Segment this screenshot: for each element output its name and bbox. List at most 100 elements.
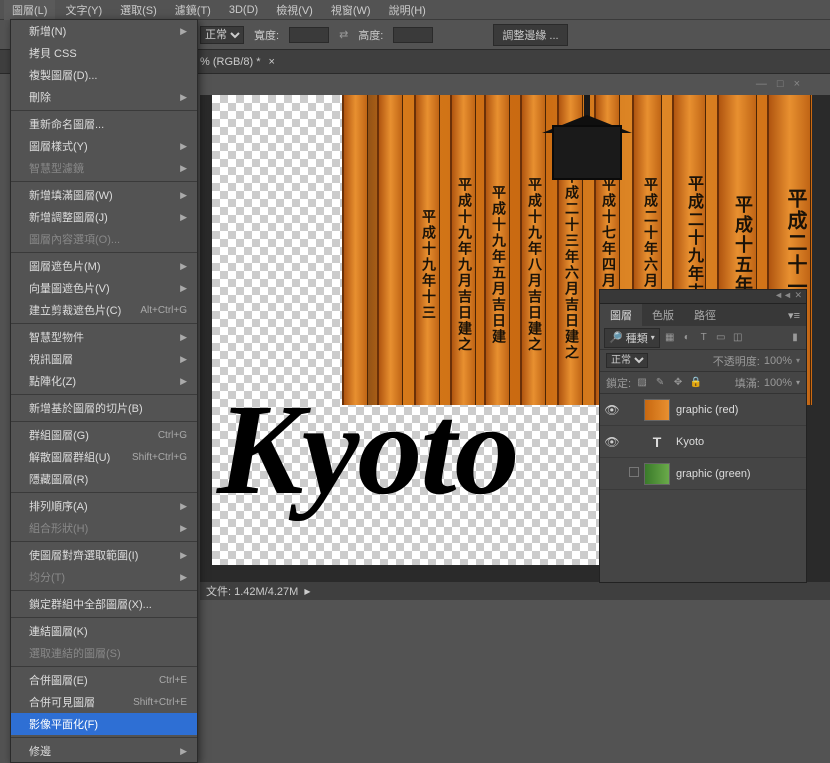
menu-item[interactable]: 群組圖層(G)Ctrl+G bbox=[11, 424, 197, 446]
filter-kind-select[interactable]: 🔎種類▾ bbox=[604, 328, 660, 348]
menu-item[interactable]: 刪除▶ bbox=[11, 86, 197, 108]
menu-view[interactable]: 檢視(V) bbox=[268, 0, 321, 20]
torii-slat: 平成十九年十三 bbox=[414, 95, 440, 405]
submenu-arrow-icon: ▶ bbox=[180, 332, 187, 343]
lock-row: 鎖定: ▨ ✎ ✥ 🔒 填滿: 100%▾ bbox=[600, 372, 806, 394]
submenu-arrow-icon: ▶ bbox=[180, 376, 187, 387]
menu-item[interactable]: 排列順序(A)▶ bbox=[11, 495, 197, 517]
menu-item[interactable]: 連結圖層(K) bbox=[11, 620, 197, 642]
menu-select[interactable]: 選取(S) bbox=[112, 0, 165, 20]
lock-position-icon[interactable]: ✥ bbox=[671, 376, 685, 390]
layer-row[interactable]: graphic (green) bbox=[600, 458, 806, 490]
swap-icon[interactable]: ⇄ bbox=[339, 28, 348, 41]
doc-size-info: 文件: 1.42M/4.27M bbox=[206, 583, 298, 599]
lock-paint-icon[interactable]: ✎ bbox=[653, 376, 667, 390]
menu-layer[interactable]: 圖層(L) bbox=[4, 0, 55, 20]
submenu-arrow-icon: ▶ bbox=[180, 354, 187, 365]
statusbar-arrow-icon[interactable]: ▶ bbox=[304, 587, 310, 596]
layer-blend-select[interactable]: 正常 bbox=[606, 353, 648, 368]
filter-smart-icon[interactable]: ◫ bbox=[731, 331, 745, 345]
menu-item[interactable]: 新增(N)▶ bbox=[11, 20, 197, 42]
menu-item[interactable]: 向量圖遮色片(V)▶ bbox=[11, 277, 197, 299]
kyoto-text-layer: Kyoto bbox=[217, 385, 518, 515]
menu-item[interactable]: 複製圖層(D)... bbox=[11, 64, 197, 86]
menu-item[interactable]: 圖層遮色片(M)▶ bbox=[11, 255, 197, 277]
filter-toggle-icon[interactable]: ▮ bbox=[788, 331, 802, 345]
menu-item[interactable]: 解散圖層群組(U)Shift+Ctrl+G bbox=[11, 446, 197, 468]
opacity-value[interactable]: 100% bbox=[764, 355, 792, 367]
minimize-icon[interactable]: — bbox=[756, 78, 767, 90]
menu-item[interactable]: 拷貝 CSS bbox=[11, 42, 197, 64]
menu-item[interactable]: 新增填滿圖層(W)▶ bbox=[11, 184, 197, 206]
filter-text-icon[interactable]: T bbox=[697, 331, 711, 345]
layer-name: graphic (green) bbox=[676, 468, 751, 480]
maximize-icon[interactable]: □ bbox=[777, 78, 784, 90]
filter-shape-icon[interactable]: ▭ bbox=[714, 331, 728, 345]
lock-label: 鎖定: bbox=[606, 375, 631, 391]
torii-slat bbox=[342, 95, 368, 405]
menu-item: 選取連結的圖層(S) bbox=[11, 642, 197, 664]
width-label: 寬度: bbox=[254, 27, 279, 43]
visibility-eye-icon[interactable]: 👁 bbox=[600, 435, 624, 449]
torii-slat bbox=[377, 95, 403, 405]
tab-layers[interactable]: 圖層 bbox=[600, 304, 642, 326]
close-window-icon[interactable]: × bbox=[794, 78, 800, 90]
lock-transparent-icon[interactable]: ▨ bbox=[635, 376, 649, 390]
panel-collapse-bar[interactable]: ◄◄ ✕ bbox=[599, 289, 807, 303]
menu-item[interactable]: 隱藏圖層(R) bbox=[11, 468, 197, 490]
panel-menu-icon[interactable]: ▾≡ bbox=[782, 306, 806, 325]
width-input[interactable] bbox=[289, 27, 329, 43]
menu-item[interactable]: 新增調整圖層(J)▶ bbox=[11, 206, 197, 228]
filter-adjust-icon[interactable]: ◐ bbox=[680, 331, 694, 345]
submenu-arrow-icon: ▶ bbox=[180, 163, 187, 174]
layers-panel: 圖層 色版 路徑 ▾≡ 🔎種類▾ ▦ ◐ T ▭ ◫ ▮ 正常 不透明度: 10… bbox=[599, 303, 807, 583]
layer-row[interactable]: 👁 graphic (red) bbox=[600, 394, 806, 426]
lock-all-icon[interactable]: 🔒 bbox=[689, 376, 703, 390]
submenu-arrow-icon: ▶ bbox=[180, 523, 187, 534]
submenu-arrow-icon: ▶ bbox=[180, 501, 187, 512]
layer-thumb bbox=[644, 463, 670, 485]
height-input[interactable] bbox=[393, 27, 433, 43]
menu-item[interactable]: 使圖層對齊選取範圍(I)▶ bbox=[11, 544, 197, 566]
fill-value[interactable]: 100% bbox=[764, 377, 792, 389]
menu-item[interactable]: 合併可見圖層Shift+Ctrl+E bbox=[11, 691, 197, 713]
layer-thumb: T bbox=[644, 431, 670, 453]
menu-item[interactable]: 合併圖層(E)Ctrl+E bbox=[11, 669, 197, 691]
menu-filter[interactable]: 濾鏡(T) bbox=[167, 0, 219, 20]
submenu-arrow-icon: ▶ bbox=[180, 26, 187, 37]
layer-name: graphic (red) bbox=[676, 404, 738, 416]
menu-item[interactable]: 點陣化(Z)▶ bbox=[11, 370, 197, 392]
menu-item[interactable]: 圖層樣式(Y)▶ bbox=[11, 135, 197, 157]
layer-select-box[interactable] bbox=[624, 467, 644, 480]
document-title: % (RGB/8) * bbox=[200, 56, 261, 68]
submenu-arrow-icon: ▶ bbox=[180, 190, 187, 201]
layer-row[interactable]: 👁TKyoto bbox=[600, 426, 806, 458]
tab-paths[interactable]: 路徑 bbox=[684, 304, 726, 326]
menu-item[interactable]: 視訊圖層▶ bbox=[11, 348, 197, 370]
filter-pixel-icon[interactable]: ▦ bbox=[663, 331, 677, 345]
layer-thumb bbox=[644, 399, 670, 421]
window-controls: — □ × bbox=[756, 78, 800, 90]
menu-item: 均分(T)▶ bbox=[11, 566, 197, 588]
menu-item[interactable]: 重新命名圖層... bbox=[11, 113, 197, 135]
menu-item[interactable]: 智慧型物件▶ bbox=[11, 326, 197, 348]
menubar: 圖層(L) 文字(Y) 選取(S) 濾鏡(T) 3D(D) 檢視(V) 視窗(W… bbox=[0, 0, 830, 20]
menu-item[interactable]: 建立剪裁遮色片(C)Alt+Ctrl+G bbox=[11, 299, 197, 321]
close-icon[interactable]: × bbox=[269, 56, 275, 68]
menu-help[interactable]: 說明(H) bbox=[381, 0, 434, 20]
panel-tabs: 圖層 色版 路徑 ▾≡ bbox=[600, 304, 806, 326]
blend-mode-select[interactable]: 正常 bbox=[200, 26, 244, 44]
menu-item[interactable]: 影像平面化(F) bbox=[11, 713, 197, 735]
torii-slat: 平成十九年九月吉日建之 bbox=[450, 95, 476, 405]
menu-item: 圖層內容選項(O)... bbox=[11, 228, 197, 250]
tab-channels[interactable]: 色版 bbox=[642, 304, 684, 326]
menu-window[interactable]: 視窗(W) bbox=[323, 0, 379, 20]
menu-item[interactable]: 修邊▶ bbox=[11, 740, 197, 762]
visibility-eye-icon[interactable]: 👁 bbox=[600, 403, 624, 417]
submenu-arrow-icon: ▶ bbox=[180, 261, 187, 272]
menu-item[interactable]: 新增基於圖層的切片(B) bbox=[11, 397, 197, 419]
refine-edge-button[interactable]: 調整邊緣 ... bbox=[493, 24, 567, 46]
menu-item[interactable]: 鎖定群組中全部圖層(X)... bbox=[11, 593, 197, 615]
menu-3d[interactable]: 3D(D) bbox=[221, 2, 266, 18]
menu-text[interactable]: 文字(Y) bbox=[57, 0, 110, 20]
